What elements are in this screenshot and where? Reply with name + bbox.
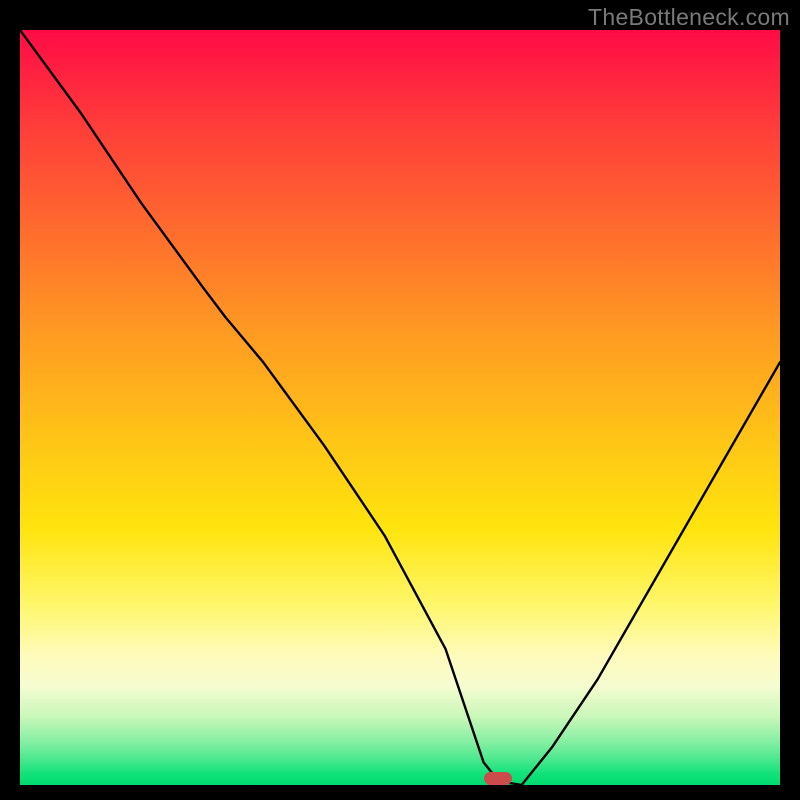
plot-area — [20, 30, 780, 785]
bottleneck-curve — [20, 30, 780, 785]
watermark-text: TheBottleneck.com — [588, 4, 790, 31]
optimum-marker — [484, 772, 512, 785]
outer-frame: TheBottleneck.com — [0, 0, 800, 800]
